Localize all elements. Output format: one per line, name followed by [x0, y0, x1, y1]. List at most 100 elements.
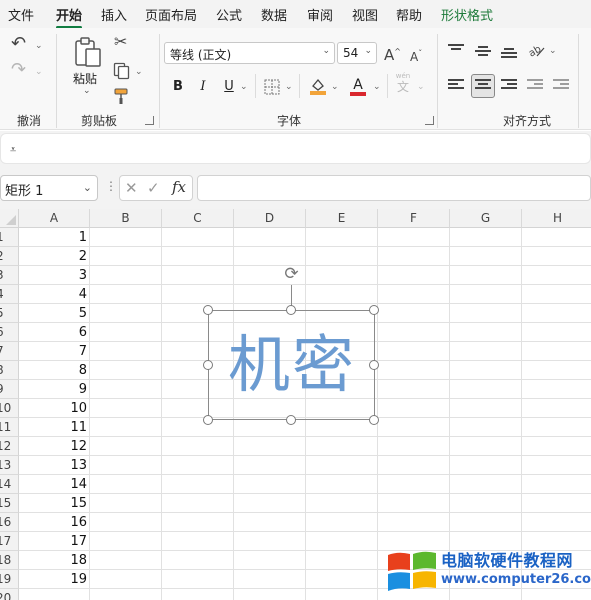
- cell-a[interactable]: 7: [19, 342, 87, 361]
- underline-button[interactable]: U: [218, 76, 240, 98]
- tab-help[interactable]: 帮助: [396, 5, 422, 24]
- resize-handle-top-right[interactable]: [369, 305, 379, 315]
- customize-toolbar-icon[interactable]: ⩡: [10, 143, 16, 157]
- cell-a[interactable]: 15: [19, 494, 87, 513]
- tab-data[interactable]: 数据: [261, 5, 287, 24]
- cell-a[interactable]: 17: [19, 532, 87, 551]
- name-box[interactable]: 矩形 1 ⌄: [0, 175, 98, 201]
- orientation-icon[interactable]: ab: [527, 42, 545, 58]
- resize-handle-bottom[interactable]: [286, 415, 296, 425]
- paste-button[interactable]: 粘贴 ⌄: [70, 34, 106, 102]
- cell-a[interactable]: 11: [19, 418, 87, 437]
- tab-page-layout[interactable]: 页面布局: [145, 5, 197, 24]
- rotate-handle-icon[interactable]: ⟳: [281, 264, 302, 285]
- cell-a[interactable]: 16: [19, 513, 87, 532]
- redo-icon[interactable]: ↷: [11, 61, 26, 79]
- clipboard-launcher-icon[interactable]: [145, 116, 154, 125]
- orientation-dropdown-icon[interactable]: ⌄: [549, 46, 557, 56]
- column-header[interactable]: C: [162, 209, 234, 228]
- column-header[interactable]: F: [378, 209, 450, 228]
- underline-dropdown-icon[interactable]: ⌄: [240, 82, 248, 92]
- column-header[interactable]: E: [306, 209, 378, 228]
- row-header[interactable]: 16: [0, 513, 19, 532]
- resize-handle-bottom-right[interactable]: [369, 415, 379, 425]
- resize-handle-top-left[interactable]: [203, 305, 213, 315]
- redo-dropdown-icon[interactable]: ⌄: [35, 67, 43, 77]
- phonetic-dropdown-icon[interactable]: ⌄: [417, 82, 425, 92]
- align-bottom-icon[interactable]: [501, 48, 517, 62]
- column-header[interactable]: H: [522, 209, 591, 228]
- align-left-icon[interactable]: [448, 79, 464, 93]
- check-icon[interactable]: ✓: [147, 179, 160, 197]
- cell-a[interactable]: 12: [19, 437, 87, 456]
- row-header[interactable]: 9: [0, 380, 19, 399]
- tab-formulas[interactable]: 公式: [216, 5, 242, 24]
- row-header[interactable]: 17: [0, 532, 19, 551]
- formula-input[interactable]: [197, 175, 591, 201]
- row-header[interactable]: 14: [0, 475, 19, 494]
- cell-a[interactable]: 6: [19, 323, 87, 342]
- cell-a[interactable]: 18: [19, 551, 87, 570]
- decrease-indent-icon[interactable]: [527, 79, 543, 93]
- row-header[interactable]: 20: [0, 589, 19, 600]
- undo-icon[interactable]: ↶: [11, 35, 26, 53]
- borders-icon[interactable]: [264, 79, 280, 95]
- cell-a[interactable]: 9: [19, 380, 87, 399]
- shape-text[interactable]: 机密: [212, 322, 372, 408]
- column-header[interactable]: D: [234, 209, 306, 228]
- cell-a[interactable]: 14: [19, 475, 87, 494]
- font-name-select[interactable]: 等线 (正文) ⌄: [164, 42, 335, 64]
- tab-shape-format[interactable]: 形状格式: [441, 5, 493, 24]
- cell-a[interactable]: 1: [19, 228, 87, 247]
- tab-insert[interactable]: 插入: [101, 5, 127, 24]
- italic-button[interactable]: I: [192, 76, 214, 98]
- row-header[interactable]: 4: [0, 285, 19, 304]
- tab-review[interactable]: 审阅: [307, 5, 333, 24]
- row-header[interactable]: 1: [0, 228, 19, 247]
- increase-font-size-icon[interactable]: A^: [384, 44, 401, 63]
- font-launcher-icon[interactable]: [425, 116, 434, 125]
- increase-indent-icon[interactable]: [553, 79, 569, 93]
- font-size-select[interactable]: 54 ⌄: [337, 42, 377, 64]
- resize-handle-top[interactable]: [286, 305, 296, 315]
- format-painter-icon[interactable]: [113, 87, 131, 105]
- insert-function-icon[interactable]: fx: [172, 178, 186, 196]
- cell-a[interactable]: 10: [19, 399, 87, 418]
- cell-a[interactable]: 19: [19, 570, 87, 589]
- cell-a[interactable]: 5: [19, 304, 87, 323]
- row-header[interactable]: 13: [0, 456, 19, 475]
- row-header[interactable]: 18: [0, 551, 19, 570]
- resize-handle-left[interactable]: [203, 360, 213, 370]
- phonetic-guide-icon[interactable]: wén 文: [394, 72, 412, 96]
- cell-a[interactable]: 4: [19, 285, 87, 304]
- copy-icon[interactable]: [113, 62, 131, 80]
- row-header[interactable]: 8: [0, 361, 19, 380]
- cell-a[interactable]: 2: [19, 247, 87, 266]
- column-header[interactable]: A: [19, 209, 90, 228]
- row-header[interactable]: 3: [0, 266, 19, 285]
- align-top-icon[interactable]: [448, 44, 464, 58]
- copy-dropdown-icon[interactable]: ⌄: [135, 67, 143, 77]
- row-header[interactable]: 15: [0, 494, 19, 513]
- decrease-font-size-icon[interactable]: Aˇ: [410, 46, 422, 65]
- select-all-corner[interactable]: [0, 209, 19, 228]
- tab-file[interactable]: 文件: [8, 5, 34, 24]
- tab-view[interactable]: 视图: [352, 5, 378, 24]
- row-header[interactable]: 5: [0, 304, 19, 323]
- borders-dropdown-icon[interactable]: ⌄: [285, 82, 293, 92]
- resize-handle-bottom-left[interactable]: [203, 415, 213, 425]
- cell-a[interactable]: 3: [19, 266, 87, 285]
- tab-home[interactable]: 开始: [56, 5, 83, 29]
- resize-handle-right[interactable]: [369, 360, 379, 370]
- row-header[interactable]: 2: [0, 247, 19, 266]
- align-right-icon[interactable]: [501, 79, 517, 93]
- column-header[interactable]: G: [450, 209, 522, 228]
- cell-a[interactable]: 13: [19, 456, 87, 475]
- undo-dropdown-icon[interactable]: ⌄: [35, 41, 43, 51]
- row-header[interactable]: 10: [0, 399, 19, 418]
- font-color-dropdown-icon[interactable]: ⌄: [373, 82, 381, 92]
- cell-a[interactable]: 8: [19, 361, 87, 380]
- column-header[interactable]: B: [90, 209, 162, 228]
- fill-color-dropdown-icon[interactable]: ⌄: [331, 82, 339, 92]
- row-header[interactable]: 7: [0, 342, 19, 361]
